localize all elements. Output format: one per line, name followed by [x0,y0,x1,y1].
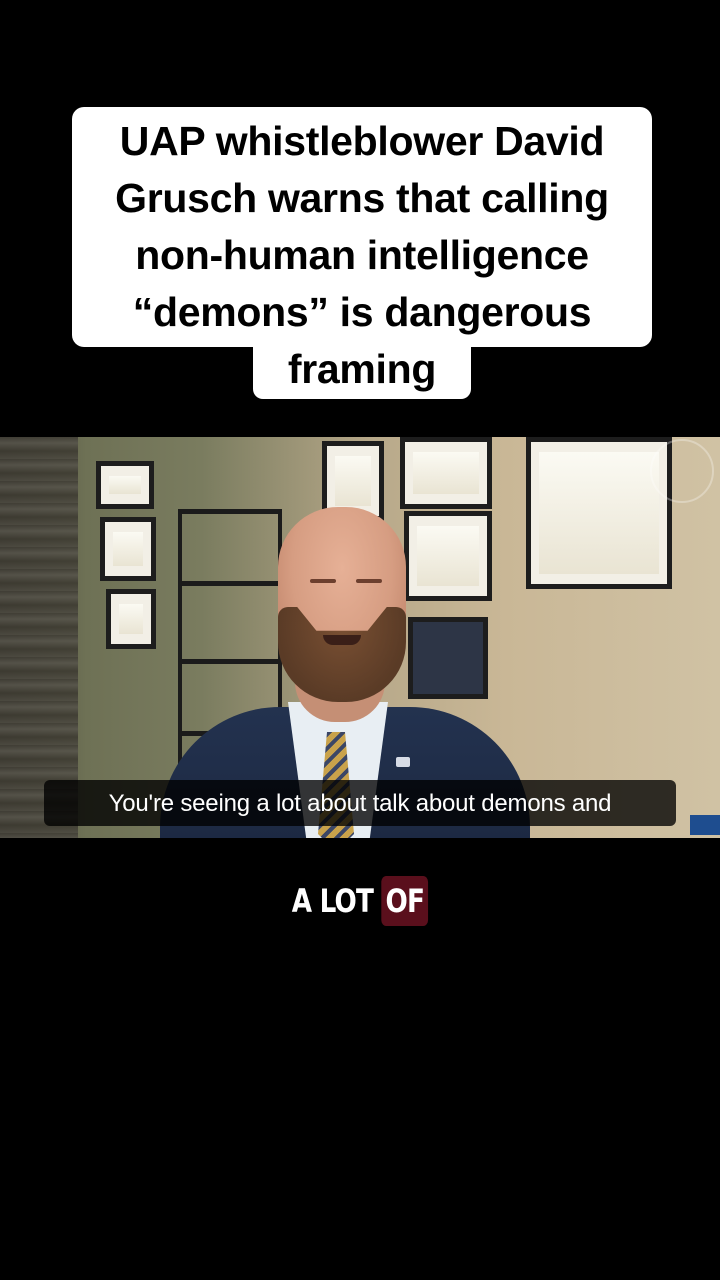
reel-screen: UAP whistleblower David Grusch warns tha… [0,0,720,1280]
video-subtitle: You're seeing a lot about talk about dem… [108,790,612,817]
channel-logo-icon [690,815,720,835]
mouth [323,635,361,645]
wall-frame [96,461,154,509]
wall-frame [526,437,672,589]
wall-frame [106,589,156,649]
karaoke-prefix: A LOT [291,882,382,920]
eye [310,579,336,583]
seal-watermark [650,439,714,503]
karaoke-caption: A LOT OF [65,876,655,926]
eye [356,579,382,583]
video-frame[interactable]: You're seeing a lot about talk about dem… [0,437,720,838]
wall-frame [100,517,156,581]
lapel-pin [396,757,410,767]
wood-panel [0,437,78,838]
karaoke-highlight-word: OF [381,876,429,926]
wall-frame [400,437,492,509]
title-caption-text: UAP whistleblower David Grusch warns tha… [115,118,609,392]
